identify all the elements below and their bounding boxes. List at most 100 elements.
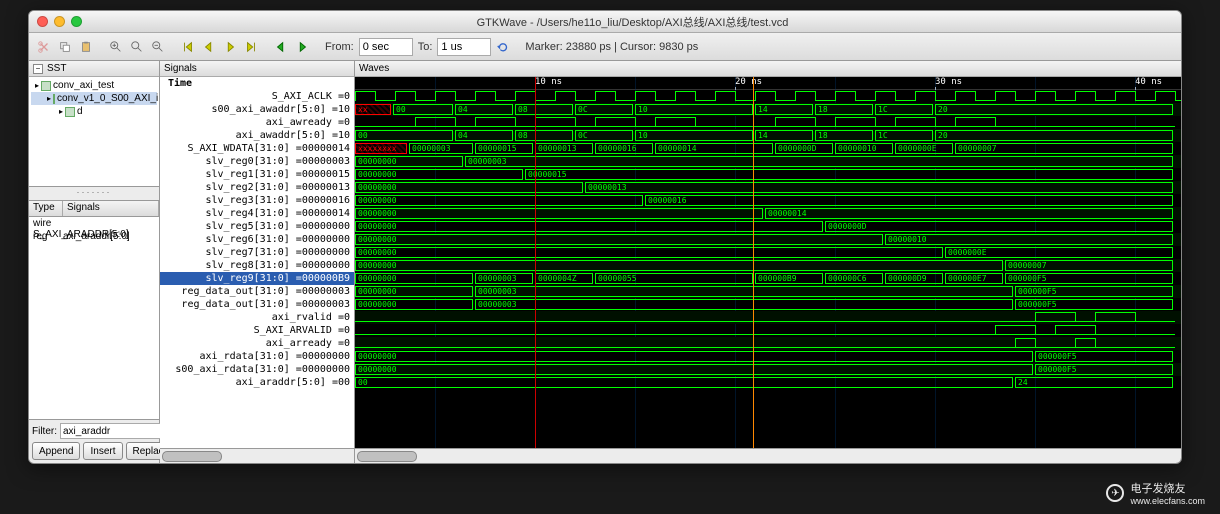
bus-value: 00000007 — [955, 143, 1173, 154]
wave-row[interactable]: 00000000000000F5 — [355, 350, 1181, 363]
nav-last-icon[interactable] — [242, 38, 260, 56]
reload-icon[interactable] — [494, 38, 512, 56]
bus-value: 00000016 — [645, 195, 1173, 206]
zoom-window-button[interactable] — [71, 16, 82, 27]
wave-row[interactable]: 00000000000000F5 — [355, 363, 1181, 376]
wave-row[interactable]: 000000000000000D — [355, 220, 1181, 233]
tree-item[interactable]: ▸conv_v1_0_S00_AXI_i — [31, 92, 157, 105]
back-icon[interactable] — [272, 38, 290, 56]
tree-item[interactable]: ▸conv_axi_test — [31, 79, 157, 92]
signal-name-row[interactable]: axi_awready =0 — [160, 116, 354, 129]
wave-row[interactable]: 0000000000000013 — [355, 181, 1181, 194]
signal-name-row[interactable]: axi_araddr[5:0] =00 — [160, 376, 354, 389]
sst-signal-list[interactable]: wireS_AXI_ARADDR[5:0]regaxi_araddr[5:0] — [29, 217, 159, 419]
wave-row[interactable]: 0000000000000010 — [355, 233, 1181, 246]
signal-name-row[interactable]: slv_reg7[31:0] =00000000 — [160, 246, 354, 259]
time-tick: 30 ns — [935, 77, 962, 87]
hierarchy-tree[interactable]: ▸conv_axi_test▸conv_v1_0_S00_AXI_i▸d — [29, 77, 159, 187]
marker-line[interactable] — [753, 77, 754, 448]
signal-name-row[interactable]: slv_reg5[31:0] =00000000 — [160, 220, 354, 233]
wave-row[interactable]: 0000000000000014 — [355, 207, 1181, 220]
filter-label: Filter: — [32, 426, 57, 437]
col-signals[interactable]: Signals — [63, 201, 159, 216]
signal-name-row[interactable]: slv_reg6[31:0] =00000000 — [160, 233, 354, 246]
tree-splitter[interactable]: ······· — [29, 187, 159, 201]
wave-row[interactable]: xxxxxxxx00000003000000150000001300000016… — [355, 142, 1181, 155]
zoom-out-icon[interactable] — [149, 38, 167, 56]
nav-prev-icon[interactable] — [200, 38, 218, 56]
copy-icon[interactable] — [56, 38, 74, 56]
wave-row[interactable] — [355, 90, 1181, 103]
to-label: To: — [418, 41, 433, 53]
wave-row[interactable]: 0000000000000003 — [355, 155, 1181, 168]
bus-value: 00000003 — [475, 299, 1013, 310]
nav-next-icon[interactable] — [221, 38, 239, 56]
wave-row[interactable]: 0000000000000007 — [355, 259, 1181, 272]
bus-value: 00000015 — [475, 143, 533, 154]
waves-title: Waves — [359, 63, 389, 74]
signal-name-row[interactable]: reg_data_out[31:0] =00000003 — [160, 298, 354, 311]
signal-name-row[interactable]: axi_rdata[31:0] =00000000 — [160, 350, 354, 363]
nav-first-icon[interactable] — [179, 38, 197, 56]
signals-list[interactable]: TimeS_AXI_ACLK =0s00_axi_awaddr[5:0] =10… — [160, 77, 354, 448]
time-ruler[interactable]: 10 ns20 ns30 ns40 ns — [355, 77, 1181, 90]
sst-signal-row[interactable]: regaxi_araddr[5:0] — [29, 230, 159, 243]
bus-value: 0000000E — [895, 143, 953, 154]
signal-name-row[interactable]: s00_axi_rdata[31:0] =00000000 — [160, 363, 354, 376]
signal-name-row[interactable]: S_AXI_ACLK =0 — [160, 90, 354, 103]
wave-row[interactable] — [355, 337, 1181, 350]
collapse-icon[interactable]: − — [33, 64, 43, 74]
signal-name-row[interactable]: slv_reg2[31:0] =00000013 — [160, 181, 354, 194]
wave-row[interactable]: 000000000000000E — [355, 246, 1181, 259]
wave-row[interactable]: 0000000000000003000000F5 — [355, 285, 1181, 298]
bus-value: 0C — [575, 104, 633, 115]
paste-icon[interactable] — [77, 38, 95, 56]
signals-scrollbar[interactable] — [160, 448, 354, 463]
waves-scrollbar[interactable] — [355, 448, 1181, 463]
wave-row[interactable]: xx0004080C1014181C20 — [355, 103, 1181, 116]
signal-name-row[interactable]: S_AXI_WDATA[31:0] =00000014 — [160, 142, 354, 155]
col-type[interactable]: Type — [29, 201, 63, 216]
tree-item[interactable]: ▸d — [31, 105, 157, 118]
zoom-in-icon[interactable] — [107, 38, 125, 56]
sst-panel: − SST ▸conv_axi_test▸conv_v1_0_S00_AXI_i… — [29, 61, 160, 463]
signal-name-row[interactable]: slv_reg0[31:0] =00000003 — [160, 155, 354, 168]
signal-name-row[interactable]: slv_reg9[31:0] =000000B9 — [160, 272, 354, 285]
signal-name-row[interactable]: axi_rvalid =0 — [160, 311, 354, 324]
append-button[interactable]: Append — [32, 442, 80, 460]
cursor-line[interactable] — [535, 77, 536, 448]
bus-value: 20 — [935, 130, 1173, 141]
signals-title: Signals — [164, 63, 197, 74]
to-input[interactable] — [437, 38, 491, 56]
forward-icon[interactable] — [293, 38, 311, 56]
signal-name-row[interactable]: reg_data_out[31:0] =00000003 — [160, 285, 354, 298]
wave-row[interactable]: 0024 — [355, 376, 1181, 389]
signal-name-row[interactable]: s00_axi_awaddr[5:0] =10 — [160, 103, 354, 116]
bus-value: 00 — [393, 104, 453, 115]
wave-row[interactable]: 0000000000000016 — [355, 194, 1181, 207]
signal-name-row[interactable]: S_AXI_ARVALID =0 — [160, 324, 354, 337]
signal-name-row[interactable]: axi_awaddr[5:0] =10 — [160, 129, 354, 142]
signal-name-row[interactable]: slv_reg8[31:0] =00000000 — [160, 259, 354, 272]
time-tick: 10 ns — [535, 77, 562, 87]
wave-area[interactable]: 10 ns20 ns30 ns40 ns xx0004080C1014181C20… — [355, 77, 1181, 448]
wave-row[interactable]: 0000000000000015 — [355, 168, 1181, 181]
sst-signal-row[interactable]: wireS_AXI_ARADDR[5:0] — [29, 217, 159, 230]
wave-row[interactable] — [355, 311, 1181, 324]
bus-value: 0000004Z — [535, 273, 593, 284]
minimize-window-button[interactable] — [54, 16, 65, 27]
wave-row[interactable] — [355, 324, 1181, 337]
from-input[interactable] — [359, 38, 413, 56]
wave-row[interactable]: 0000000000000003000000F5 — [355, 298, 1181, 311]
wave-row[interactable]: 0004080C1014181C20 — [355, 129, 1181, 142]
zoom-fit-icon[interactable] — [128, 38, 146, 56]
wave-row[interactable]: 00000000000000030000004Z00000055000000B9… — [355, 272, 1181, 285]
signal-name-row[interactable]: slv_reg4[31:0] =00000014 — [160, 207, 354, 220]
signal-name-row[interactable]: slv_reg3[31:0] =00000016 — [160, 194, 354, 207]
signal-name-row[interactable]: axi_arready =0 — [160, 337, 354, 350]
close-window-button[interactable] — [37, 16, 48, 27]
wave-row[interactable] — [355, 116, 1181, 129]
insert-button[interactable]: Insert — [83, 442, 122, 460]
cut-icon[interactable] — [35, 38, 53, 56]
signal-name-row[interactable]: slv_reg1[31:0] =00000015 — [160, 168, 354, 181]
